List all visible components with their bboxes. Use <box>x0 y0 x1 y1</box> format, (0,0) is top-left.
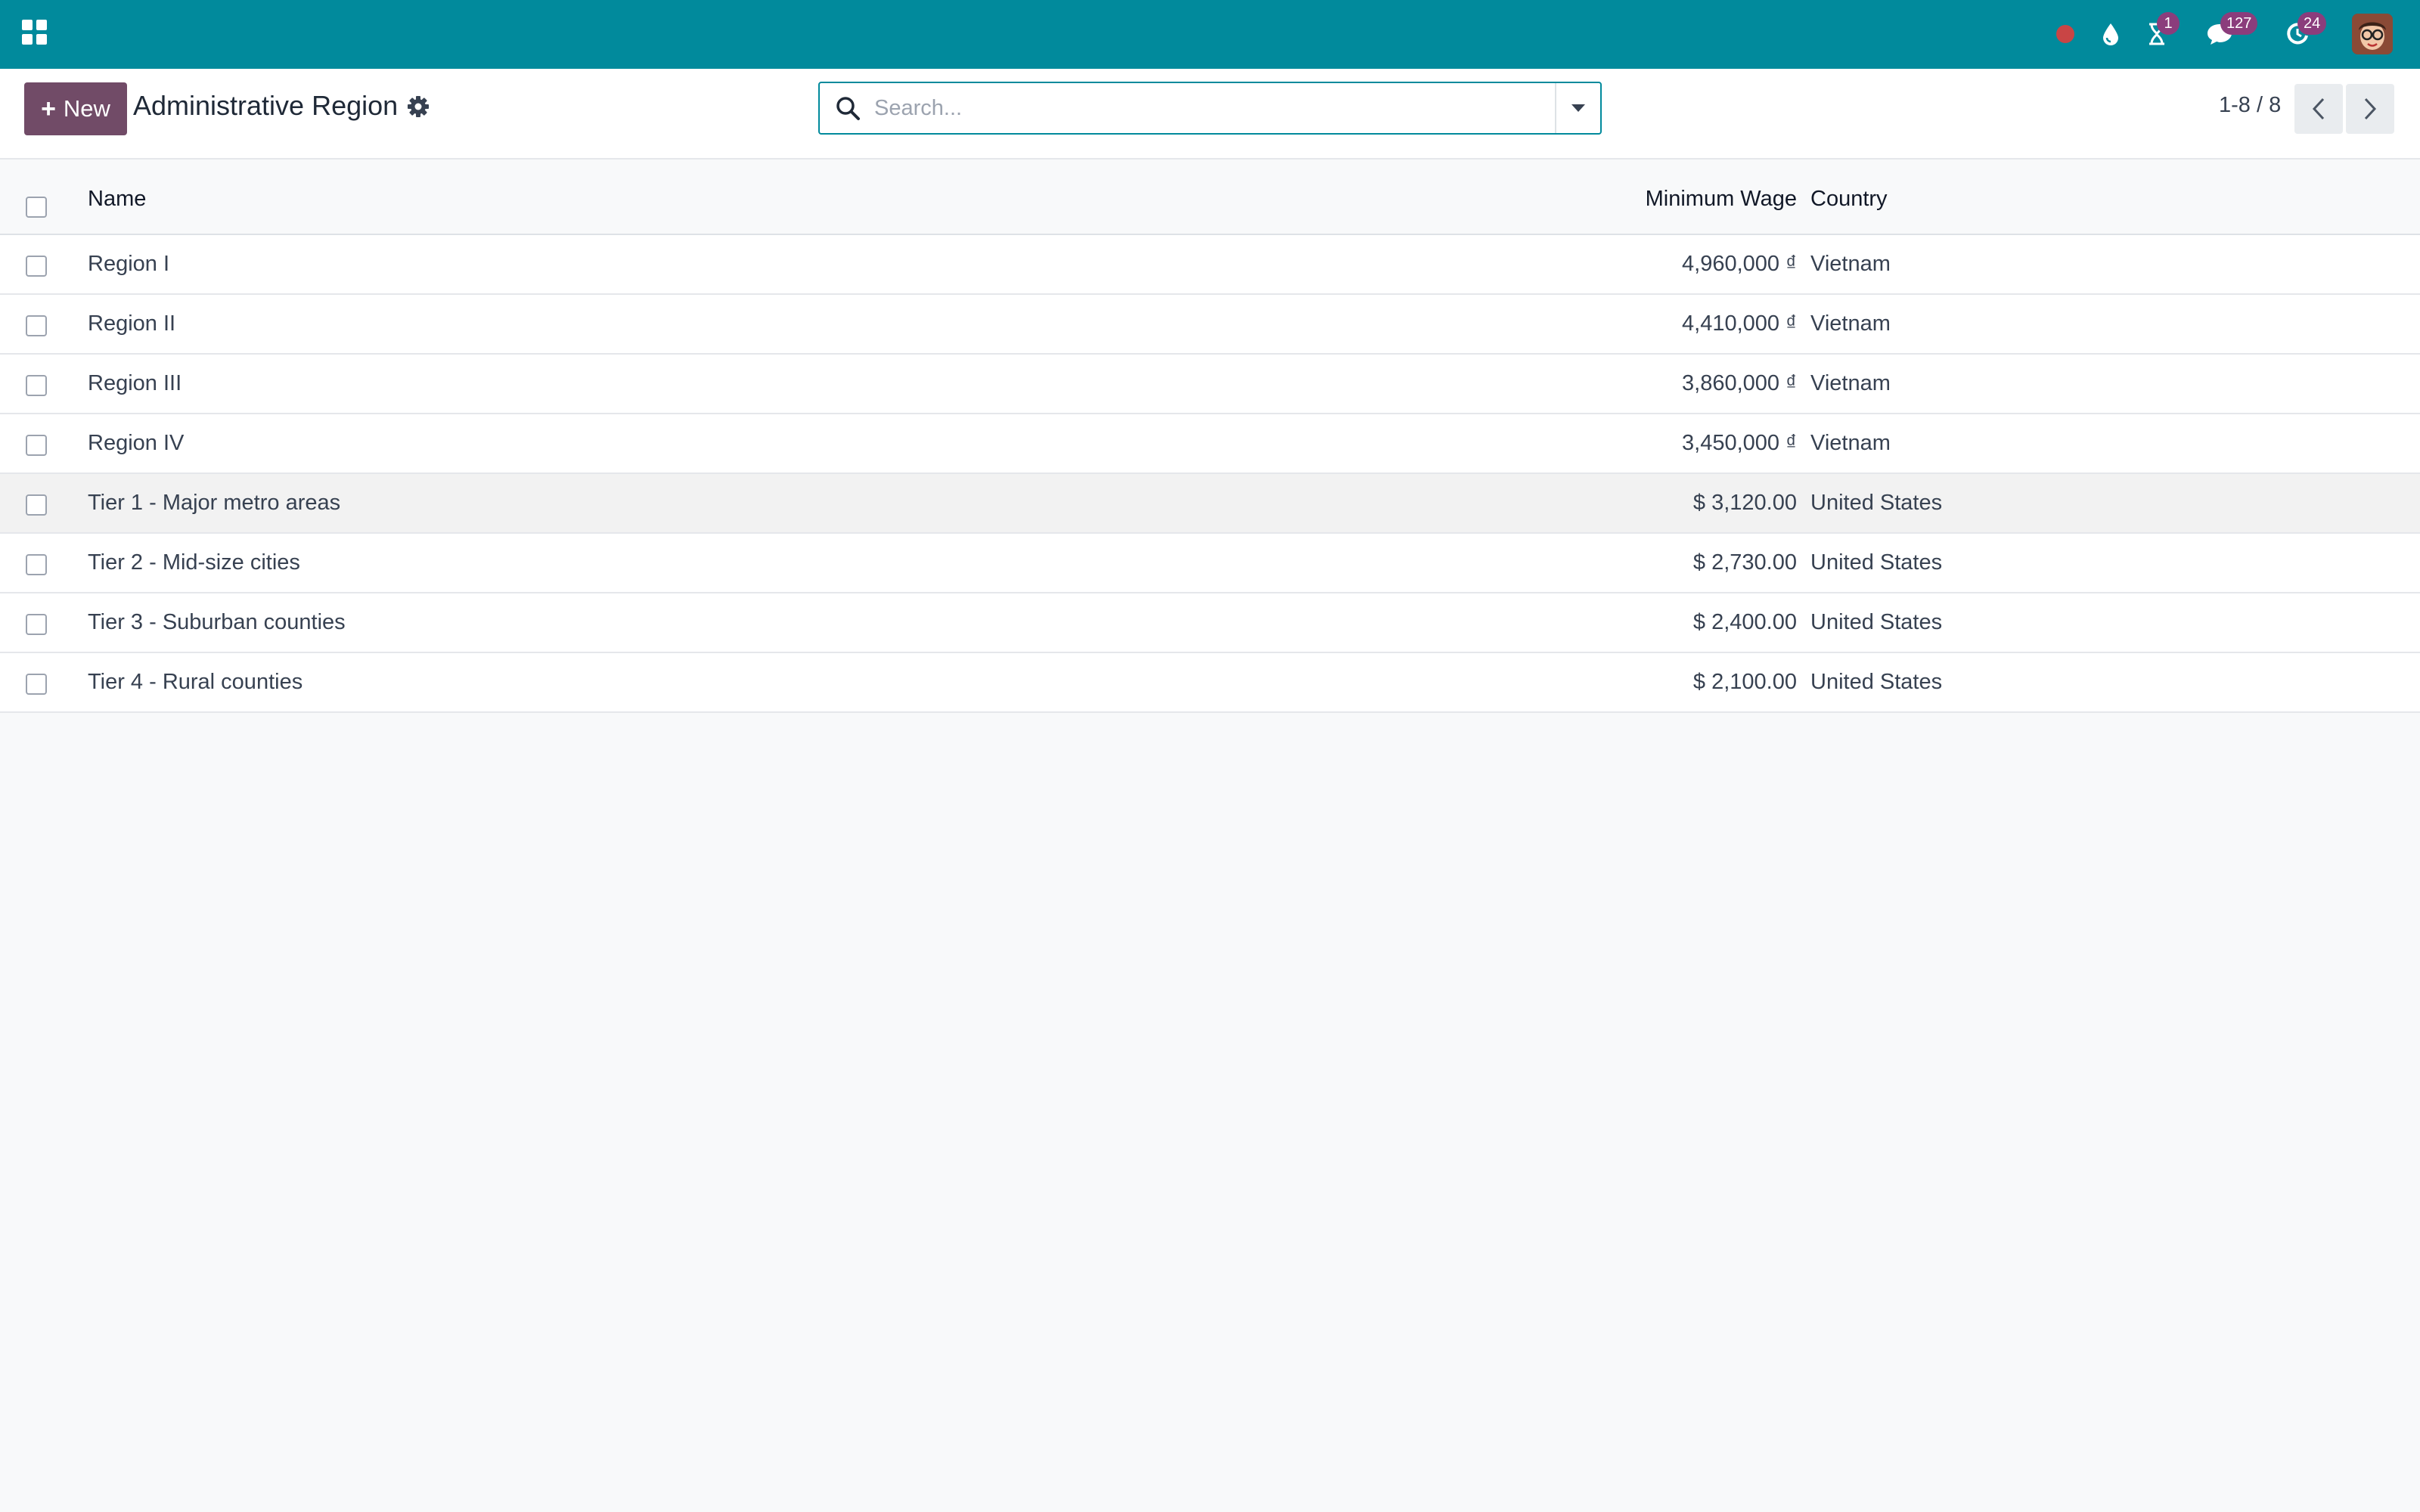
row-minimum-wage: 4,960,000 ₫ <box>1682 252 1797 276</box>
pager-previous-button[interactable] <box>2294 84 2343 134</box>
chevron-left-icon <box>2312 98 2325 120</box>
clock-activity-icon[interactable]: 24 <box>2281 12 2327 51</box>
user-avatar[interactable] <box>2352 14 2393 54</box>
row-checkbox[interactable] <box>26 494 47 516</box>
search-options-toggle[interactable] <box>1555 83 1600 133</box>
droplet-icon[interactable] <box>2098 17 2124 51</box>
row-country: United States <box>1810 670 1943 694</box>
chevron-right-icon <box>2364 98 2377 120</box>
top-navbar: 1 127 24 <box>0 0 2420 69</box>
table-row[interactable]: Region I 4,960,000 ₫ Vietnam <box>0 235 2420 295</box>
list-header: Name Minimum Wage Country <box>0 161 2420 235</box>
table-row[interactable]: Tier 4 - Rural counties $ 2,100.00 Unite… <box>0 653 2420 713</box>
search-icon <box>835 95 861 121</box>
row-country: Vietnam <box>1810 311 1891 336</box>
apps-grid-icon[interactable] <box>22 20 48 45</box>
row-country: Vietnam <box>1810 371 1891 395</box>
row-country: United States <box>1810 550 1943 575</box>
row-checkbox[interactable] <box>26 614 47 635</box>
table-row[interactable]: Tier 1 - Major metro areas $ 3,120.00 Un… <box>0 474 2420 534</box>
new-record-button[interactable]: + New <box>24 82 127 135</box>
pager-next-button[interactable] <box>2346 84 2394 134</box>
row-name: Region II <box>88 311 176 336</box>
row-checkbox[interactable] <box>26 435 47 456</box>
row-name: Tier 4 - Rural counties <box>88 670 303 694</box>
search-input[interactable] <box>874 91 1525 125</box>
column-header-minimum-wage[interactable]: Minimum Wage <box>1646 187 1797 212</box>
table-row[interactable]: Tier 3 - Suburban counties $ 2,400.00 Un… <box>0 593 2420 653</box>
row-checkbox[interactable] <box>26 674 47 695</box>
new-button-label: New <box>63 95 110 122</box>
row-name: Region III <box>88 371 182 395</box>
row-checkbox[interactable] <box>26 554 47 575</box>
row-minimum-wage: 3,450,000 ₫ <box>1682 431 1797 455</box>
activities-badge: 1 <box>2157 12 2180 35</box>
row-country: United States <box>1810 610 1943 634</box>
control-panel: + New Administrative Region 1-8 / 8 <box>0 69 2420 160</box>
select-all-checkbox[interactable] <box>26 197 47 218</box>
plus-icon: + <box>41 94 56 123</box>
row-country: Vietnam <box>1810 431 1891 455</box>
pager-value[interactable]: 1-8 / 8 <box>2219 93 2281 118</box>
column-header-country[interactable]: Country <box>1810 187 1888 212</box>
messages-badge: 127 <box>2220 12 2258 35</box>
search-bar <box>818 82 1602 135</box>
page-title: Administrative Region <box>133 90 399 121</box>
row-minimum-wage: $ 2,100.00 <box>1692 670 1797 694</box>
recording-dot-icon[interactable] <box>2054 17 2077 51</box>
row-checkbox[interactable] <box>26 375 47 396</box>
row-minimum-wage: $ 2,730.00 <box>1692 550 1797 575</box>
table-row[interactable]: Region II 4,410,000 ₫ Vietnam <box>0 295 2420 355</box>
row-name: Tier 3 - Suburban counties <box>88 610 346 634</box>
activities-hourglass-icon[interactable]: 1 <box>2142 12 2180 51</box>
row-name: Region IV <box>88 431 185 455</box>
messages-chat-icon[interactable]: 127 <box>2201 12 2258 51</box>
row-minimum-wage: $ 3,120.00 <box>1692 491 1797 515</box>
table-row[interactable]: Region III 3,860,000 ₫ Vietnam <box>0 355 2420 414</box>
gear-icon[interactable] <box>407 95 430 118</box>
row-minimum-wage: $ 2,400.00 <box>1692 610 1797 634</box>
column-header-name[interactable]: Name <box>88 187 146 212</box>
clock-badge: 24 <box>2297 12 2327 35</box>
row-minimum-wage: 3,860,000 ₫ <box>1682 371 1797 395</box>
table-row[interactable]: Tier 2 - Mid-size cities $ 2,730.00 Unit… <box>0 534 2420 593</box>
row-checkbox[interactable] <box>26 256 47 277</box>
row-country: Vietnam <box>1810 252 1891 276</box>
row-name: Region I <box>88 252 170 276</box>
records-list: Name Minimum Wage Country Region I 4,960… <box>0 161 2420 713</box>
caret-down-icon <box>1571 104 1585 112</box>
row-checkbox[interactable] <box>26 315 47 336</box>
row-country: United States <box>1810 491 1943 515</box>
row-name: Tier 2 - Mid-size cities <box>88 550 300 575</box>
row-name: Tier 1 - Major metro areas <box>88 491 341 515</box>
table-row[interactable]: Region IV 3,450,000 ₫ Vietnam <box>0 414 2420 474</box>
row-minimum-wage: 4,410,000 ₫ <box>1682 311 1797 336</box>
